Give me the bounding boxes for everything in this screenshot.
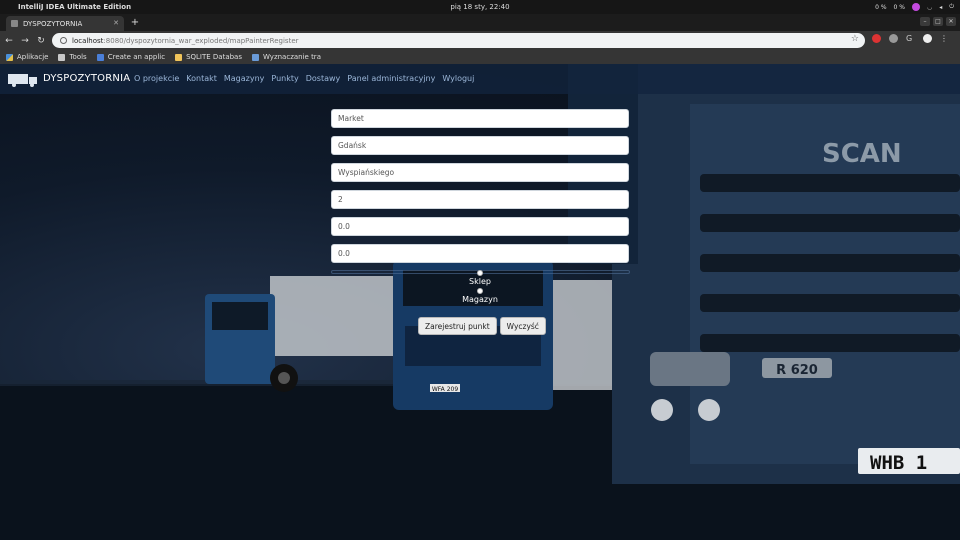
- site-navbar: DYSPOZYTORNIA O projekcie Kontakt Magazy…: [0, 64, 960, 94]
- menu-item-admin-panel[interactable]: Panel administracyjny: [347, 74, 435, 83]
- tab-close-icon[interactable]: ✕: [113, 19, 119, 27]
- apps-grid-icon: [6, 53, 13, 61]
- folder-icon: [58, 53, 66, 61]
- extension-g-icon[interactable]: G: [906, 34, 915, 43]
- bookmark-create-app[interactable]: Create an applic: [96, 53, 166, 61]
- power-icon[interactable]: ⏻: [949, 3, 954, 11]
- extension-red-icon[interactable]: [872, 34, 881, 43]
- browser-toolbar: ← → ↻ localhost :8080/dyspozytornia_war_…: [0, 31, 960, 50]
- reload-icon[interactable]: ↻: [34, 36, 48, 46]
- bookmark-route[interactable]: Wyznaczanie tra: [252, 53, 321, 61]
- route-icon: [252, 53, 259, 61]
- point-register-form: [331, 109, 629, 271]
- url-path: :8080/dyspozytornia_war_exploded/mapPain…: [103, 36, 299, 45]
- system-clock[interactable]: pią 18 sty, 22:40: [0, 3, 960, 11]
- grille-brand-text: SCAN: [822, 139, 902, 169]
- point-type-radios: Sklep Magazyn: [380, 270, 580, 306]
- site-info-icon[interactable]: [60, 37, 67, 44]
- street-input[interactable]: [331, 163, 629, 182]
- system-tray: 0 % 0 % ◡ ◂ ⏻: [875, 0, 954, 14]
- latitude-input[interactable]: [331, 217, 629, 236]
- account-avatar-icon[interactable]: [923, 34, 932, 43]
- new-tab-button[interactable]: +: [129, 16, 141, 29]
- web-page: WFA 209 SCAN R 620 WHB 1 DYSPOZYTORNIA O…: [0, 64, 960, 540]
- radio-shop[interactable]: [477, 270, 483, 276]
- register-point-button[interactable]: Zarejestruj punkt: [418, 317, 497, 335]
- longitude-input[interactable]: [331, 244, 629, 263]
- plate-text: WHB 1: [870, 452, 927, 474]
- active-app-title[interactable]: IntelliJ IDEA Ultimate Edition: [18, 3, 131, 11]
- menu-item-contact[interactable]: Kontakt: [186, 74, 217, 83]
- number-input[interactable]: [331, 190, 629, 209]
- clear-button[interactable]: Wyczyść: [499, 317, 546, 335]
- bookmark-label: Wyznaczanie tra: [263, 53, 321, 61]
- browser-menu-icon[interactable]: ⋮: [940, 34, 949, 43]
- sqlite-icon: [175, 53, 183, 61]
- bookmark-label: SQLITE Databas: [186, 53, 242, 61]
- radio-shop-label: Sklep: [469, 277, 491, 286]
- tab-favicon-icon: [11, 20, 18, 27]
- site-brand[interactable]: DYSPOZYTORNIA: [43, 73, 130, 84]
- form-buttons: Zarejestruj punkt Wyczyść: [418, 317, 546, 335]
- bookmark-label: Tools: [69, 53, 87, 61]
- minimize-icon[interactable]: –: [920, 17, 930, 26]
- bookmark-sqlite[interactable]: SQLITE Databas: [175, 53, 242, 61]
- os-top-bar: IntelliJ IDEA Ultimate Edition pią 18 st…: [0, 0, 960, 14]
- volume-icon[interactable]: ◂: [939, 4, 942, 11]
- bookmark-tools[interactable]: Tools: [58, 53, 87, 61]
- browser-tab-strip: DYSPOZYTORNIA ✕ + – □ ✕: [0, 14, 960, 31]
- point-name-input[interactable]: [331, 109, 629, 128]
- truck-logo-icon: [8, 74, 37, 87]
- url-host: localhost: [72, 36, 104, 45]
- app-indicator-icon[interactable]: [911, 3, 920, 11]
- bookmark-label: Create an applic: [107, 53, 166, 61]
- extension-icons: G ⋮: [872, 34, 949, 43]
- radio-warehouse-label: Magazyn: [462, 295, 498, 304]
- menu-item-logout[interactable]: Wyloguj: [442, 74, 474, 83]
- main-menu: O projekcie Kontakt Magazyny Punkty Dost…: [134, 74, 474, 83]
- window-close-icon[interactable]: ✕: [946, 17, 956, 26]
- bookmark-apps[interactable]: Aplikacje: [6, 53, 48, 61]
- extension-grey-icon[interactable]: [889, 34, 898, 43]
- model-badge-text: R 620: [776, 363, 818, 378]
- mem-indicator[interactable]: 0 %: [894, 4, 905, 11]
- cpu-indicator[interactable]: 0 %: [875, 4, 886, 11]
- small-plate-text: WFA 209: [432, 386, 458, 393]
- city-input[interactable]: [331, 136, 629, 155]
- tab-title: DYSPOZYTORNIA: [23, 19, 83, 28]
- bookmark-star-icon[interactable]: ☆: [851, 34, 859, 44]
- menu-item-points[interactable]: Punkty: [271, 74, 298, 83]
- forward-icon[interactable]: →: [18, 36, 32, 46]
- back-icon[interactable]: ←: [2, 36, 16, 46]
- menu-item-deliveries[interactable]: Dostawy: [306, 74, 341, 83]
- page-icon: [96, 53, 104, 61]
- maximize-icon[interactable]: □: [933, 17, 943, 26]
- menu-item-warehouses[interactable]: Magazyny: [224, 74, 265, 83]
- menu-item-about[interactable]: O projekcie: [134, 74, 179, 83]
- radio-warehouse[interactable]: [477, 288, 483, 294]
- bookmarks-bar: Aplikacje Tools Create an applic SQLITE …: [0, 50, 960, 64]
- wifi-icon[interactable]: ◡: [927, 4, 932, 11]
- address-bar[interactable]: localhost :8080/dyspozytornia_war_explod…: [52, 33, 865, 48]
- window-controls: – □ ✕: [920, 17, 956, 26]
- browser-tab[interactable]: DYSPOZYTORNIA ✕: [6, 16, 124, 31]
- bookmark-label: Aplikacje: [17, 53, 49, 61]
- left-truck-shape: [205, 276, 400, 392]
